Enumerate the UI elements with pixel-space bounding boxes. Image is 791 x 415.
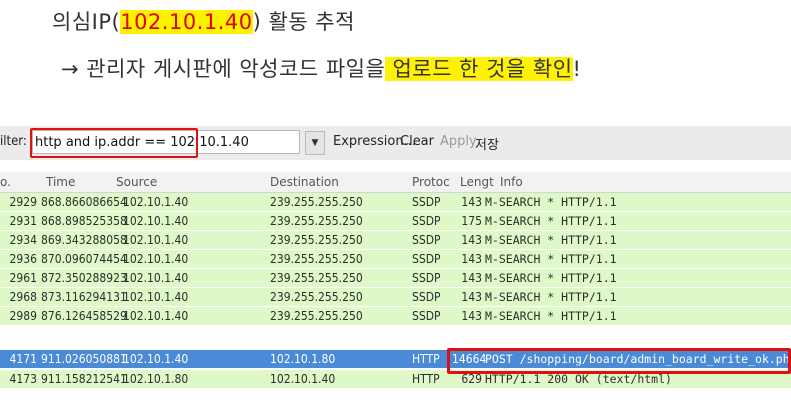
packet-row[interactable]: 2989 876.126458529 102.10.1.40 239.255.2…	[0, 307, 791, 325]
packet-no: 4173	[9, 372, 37, 386]
packet-source: 102.10.1.40	[123, 271, 189, 285]
packet-protocol: HTTP	[412, 352, 440, 366]
packet-source: 102.10.1.40	[123, 290, 189, 304]
col-length-header[interactable]: Lengt	[460, 175, 494, 189]
apply-button[interactable]: Apply	[440, 134, 477, 149]
packet-row[interactable]: 2931 868.898525358 102.10.1.40 239.255.2…	[0, 212, 791, 230]
packet-info: M-SEARCH * HTTP/1.1	[485, 195, 617, 209]
packet-time: 911.026050881	[41, 352, 127, 366]
packet-info: M-SEARCH * HTTP/1.1	[485, 309, 617, 323]
packet-time: 872.350288923	[41, 271, 127, 285]
packet-source: 102.10.1.40	[123, 195, 189, 209]
packet-info: M-SEARCH * HTTP/1.1	[485, 290, 617, 304]
packet-destination: 102.10.1.80	[270, 352, 336, 366]
packet-length: 629	[461, 372, 482, 386]
packet-length: 143	[461, 271, 482, 285]
packet-length: 175	[461, 214, 482, 228]
subtitle-end: !	[572, 57, 582, 81]
packet-source: 102.10.1.40	[123, 214, 189, 228]
suspect-ip-highlight: 102.10.1.40	[120, 10, 253, 34]
packet-protocol: SSDP	[412, 214, 441, 228]
packet-protocol: SSDP	[412, 233, 441, 247]
packet-protocol: SSDP	[412, 271, 441, 285]
filter-annotation-box	[30, 128, 198, 158]
packet-time: 870.096074454	[41, 252, 127, 266]
packet-source: 102.10.1.40	[123, 233, 189, 247]
packet-row[interactable]: 2934 869.343288058 102.10.1.40 239.255.2…	[0, 231, 791, 249]
title-prefix: 의심IP(	[52, 10, 121, 34]
col-no-header[interactable]: o.	[0, 175, 11, 189]
packet-length: 143	[461, 233, 482, 247]
packet-protocol: SSDP	[412, 252, 441, 266]
packet-destination: 239.255.255.250	[270, 195, 363, 209]
packet-source: 102.10.1.40	[123, 252, 189, 266]
packet-info: M-SEARCH * HTTP/1.1	[485, 233, 617, 247]
title-suffix: ) 활동 추적	[252, 10, 355, 34]
packet-info: M-SEARCH * HTTP/1.1	[485, 252, 617, 266]
slide-subtitle: → 관리자 게시판에 악성코드 파일을 업로드 한 것을 확인!	[61, 53, 581, 83]
packet-no: 2934	[9, 233, 37, 247]
packet-no: 2989	[9, 309, 37, 323]
col-source-header[interactable]: Source	[116, 175, 157, 189]
col-destination-header[interactable]: Destination	[270, 175, 339, 189]
packet-time: 911.158212541	[41, 372, 127, 386]
clear-button[interactable]: Clear	[400, 134, 434, 149]
packet-no: 2961	[9, 271, 37, 285]
packet-length: 143	[461, 252, 482, 266]
slide-title: 의심IP(102.10.1.40) 활동 추적	[52, 6, 355, 36]
packet-length: 143	[461, 309, 482, 323]
packet-list-header: o. Time Source Destination Protoc Lengt …	[0, 172, 791, 193]
packet-time: 873.116294131	[41, 290, 127, 304]
packet-length: 143	[461, 195, 482, 209]
packet-info: M-SEARCH * HTTP/1.1	[485, 271, 617, 285]
packet-protocol: SSDP	[412, 309, 441, 323]
packet-destination: 239.255.255.250	[270, 309, 363, 323]
filter-label: ilter:	[0, 134, 27, 149]
packet-protocol: HTTP	[412, 372, 440, 386]
packet-destination: 102.10.1.40	[270, 372, 336, 386]
packet-info: M-SEARCH * HTTP/1.1	[485, 214, 617, 228]
packet-row[interactable]: 2961 872.350288923 102.10.1.40 239.255.2…	[0, 269, 791, 287]
packet-time: 869.343288058	[41, 233, 127, 247]
packet-no: 2936	[9, 252, 37, 266]
packet-protocol: SSDP	[412, 195, 441, 209]
packet-row[interactable]: 2929 868.866086654 102.10.1.40 239.255.2…	[0, 193, 791, 211]
packet-time: 868.866086654	[41, 195, 127, 209]
col-info-header[interactable]: Info	[500, 175, 523, 189]
packet-no: 2929	[9, 195, 37, 209]
display-filter-toolbar: ilter: http and ip.addr == 102.10.1.40 ▼…	[0, 126, 791, 160]
packet-protocol: SSDP	[412, 290, 441, 304]
packet-no: 2968	[9, 290, 37, 304]
packet-no: 2931	[9, 214, 37, 228]
packet-source: 102.10.1.80	[123, 372, 189, 386]
packet-destination: 239.255.255.250	[270, 290, 363, 304]
packet-row[interactable]: 2968 873.116294131 102.10.1.40 239.255.2…	[0, 288, 791, 306]
packet-destination: 239.255.255.250	[270, 252, 363, 266]
subtitle-plain: → 관리자 게시판에 악성코드 파일을	[61, 57, 386, 81]
subtitle-highlight: 업로드 한 것을 확인	[385, 57, 573, 81]
packet-destination: 239.255.255.250	[270, 214, 363, 228]
filter-dropdown-button[interactable]: ▼	[305, 131, 325, 155]
packet-info: HTTP/1.1 200 OK (text/html)	[485, 372, 672, 386]
col-protocol-header[interactable]: Protoc	[412, 175, 450, 189]
save-filter-button[interactable]: 저장	[475, 134, 499, 153]
upload-annotation-box	[447, 348, 791, 374]
packet-row[interactable]: 2936 870.096074454 102.10.1.40 239.255.2…	[0, 250, 791, 268]
packet-source: 102.10.1.40	[123, 352, 189, 366]
packet-time: 876.126458529	[41, 309, 127, 323]
packet-destination: 239.255.255.250	[270, 233, 363, 247]
col-time-header[interactable]: Time	[46, 175, 75, 189]
packet-no: 4171	[9, 352, 37, 366]
packet-length: 143	[461, 290, 482, 304]
packet-time: 868.898525358	[41, 214, 127, 228]
packet-source: 102.10.1.40	[123, 309, 189, 323]
packet-destination: 239.255.255.250	[270, 271, 363, 285]
